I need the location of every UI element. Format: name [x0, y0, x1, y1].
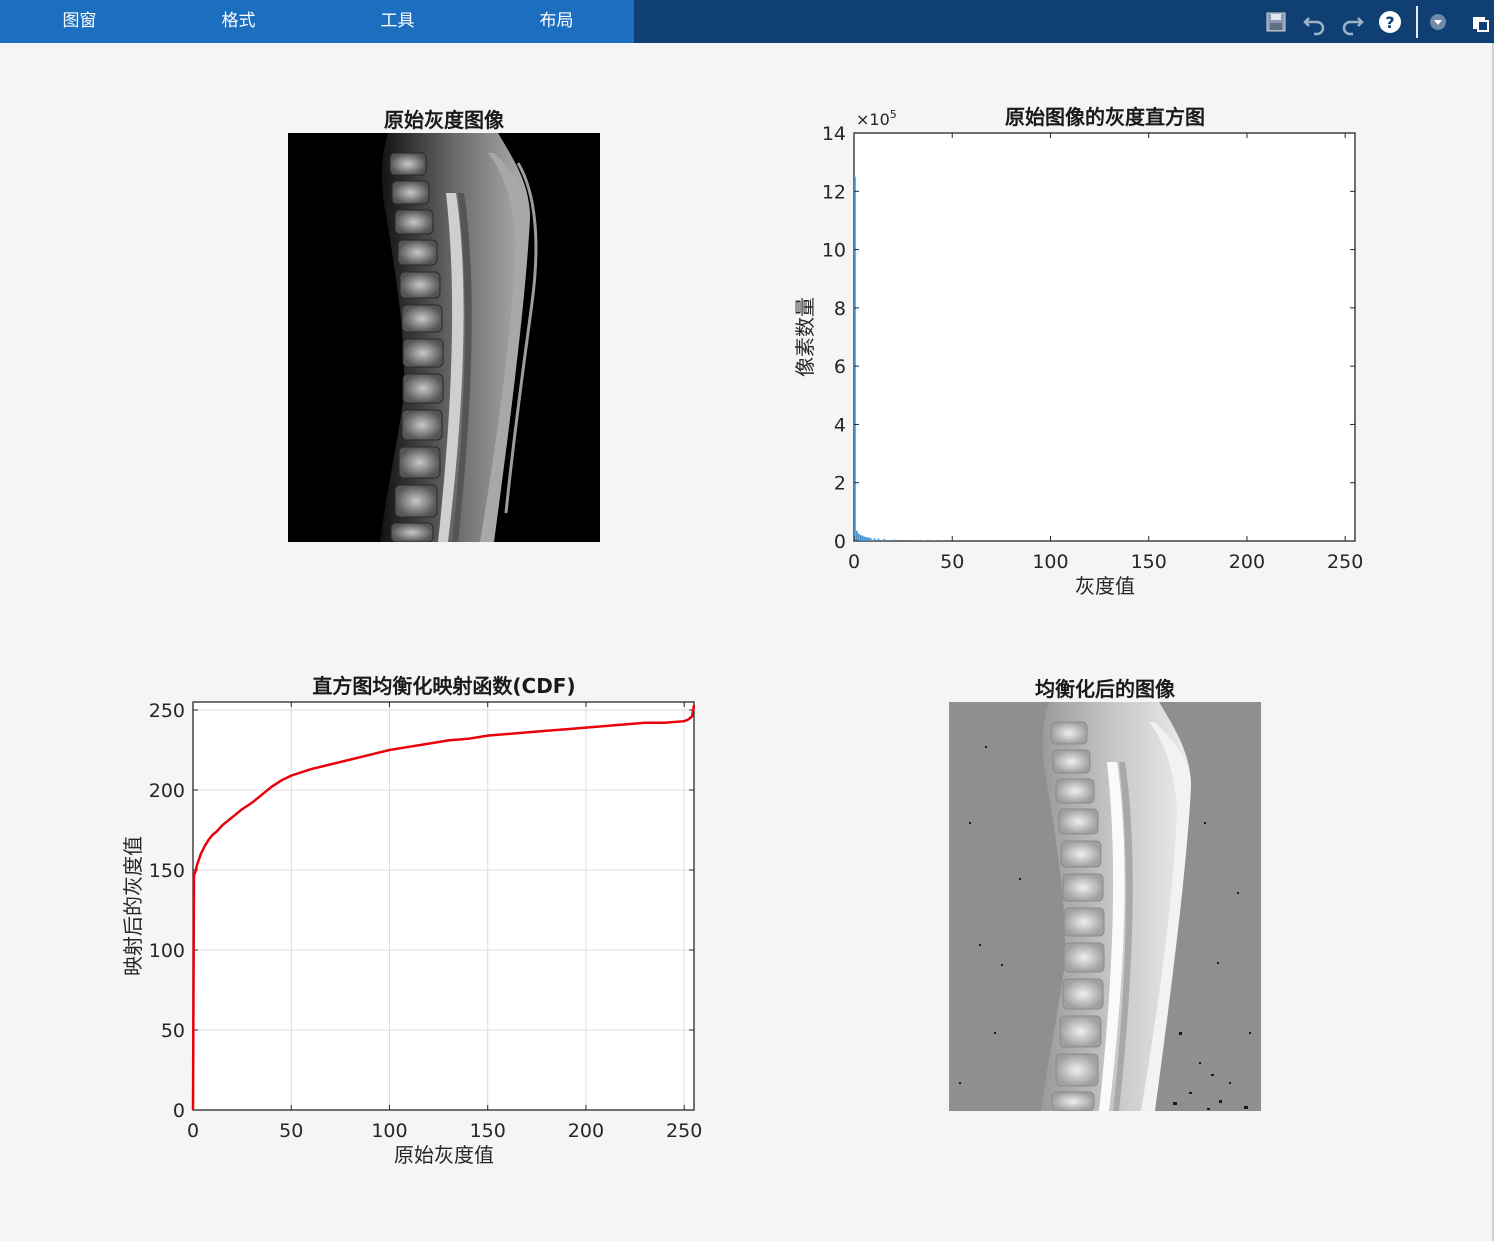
tab-format[interactable]: 格式	[159, 0, 318, 43]
histogram-bar	[869, 538, 872, 541]
cdf-title: 直方图均衡化映射函数(CDF)	[312, 674, 575, 698]
toolstrip-tab-strip: 图窗 格式 工具 布局	[0, 0, 634, 43]
cdf-ytick-label: 250	[149, 700, 185, 722]
histogram-bar	[903, 539, 905, 541]
histogram-xtick-label: 50	[940, 551, 964, 573]
cdf-ytick-label: 150	[149, 860, 185, 882]
histogram-bar	[893, 539, 896, 541]
tab-layout[interactable]: 布局	[477, 0, 636, 43]
histogram-title: 原始图像的灰度直方图	[1005, 105, 1205, 129]
histogram-bar	[922, 540, 925, 541]
cdf-xtick-label: 150	[470, 1120, 506, 1142]
cdf-ytick-label: 200	[149, 780, 185, 802]
original-image-title: 原始灰度图像	[384, 108, 504, 132]
histogram-axes-box	[853, 132, 1356, 542]
histogram-ytick-label: 6	[834, 356, 846, 378]
histogram-ytick-label: 8	[834, 298, 846, 320]
cdf-xtick-label: 50	[279, 1120, 303, 1142]
histogram-xtick-label: 250	[1327, 551, 1363, 573]
cdf-xtick-label: 200	[568, 1120, 604, 1142]
cdf-ytick-label: 0	[173, 1100, 185, 1122]
save-icon[interactable]	[1262, 8, 1290, 36]
histogram-ytick-label: 12	[822, 181, 846, 203]
tab-tools[interactable]: 工具	[318, 0, 477, 43]
redo-icon[interactable]	[1338, 8, 1366, 36]
histogram-xtick-label: 100	[1032, 551, 1068, 573]
histogram-bar	[877, 538, 880, 541]
histogram-xtick-label: 150	[1131, 551, 1167, 573]
histogram-bar	[861, 535, 864, 541]
histogram-bar	[883, 538, 886, 541]
equalized-mri-image	[949, 702, 1261, 1111]
figure-toolstrip: 图窗 格式 工具 布局 ?	[0, 0, 1494, 43]
cdf-xtick-label: 250	[666, 1120, 702, 1142]
histogram-bar	[857, 533, 860, 541]
cdf-ylabel: 映射后的灰度值	[121, 836, 145, 976]
histogram-ylabel: 像素数量	[793, 297, 817, 377]
histogram-bar	[873, 538, 876, 541]
histogram-bar	[865, 537, 868, 541]
histogram-ytick-label: 14	[822, 123, 846, 145]
histogram-ytick-label: 10	[822, 240, 846, 262]
histogram-xtick-label: 0	[848, 551, 860, 573]
histogram-bar	[854, 176, 856, 541]
original-mri-image	[288, 133, 600, 542]
help-icon[interactable]: ?	[1376, 8, 1404, 36]
histogram-xtick-label: 200	[1229, 551, 1265, 573]
cdf-xtick-label: 0	[187, 1120, 199, 1142]
toolstrip-separator	[1416, 6, 1418, 38]
histogram-bar	[863, 536, 866, 541]
cdf-ytick-label: 100	[149, 940, 185, 962]
tab-figure[interactable]: 图窗	[0, 0, 159, 43]
dropdown-icon[interactable]	[1424, 8, 1452, 36]
svg-text:?: ?	[1385, 13, 1394, 32]
histogram-ytick-label: 0	[834, 531, 846, 553]
equalized-image-title: 均衡化后的图像	[1035, 677, 1175, 701]
cdf-ytick-label: 50	[161, 1020, 185, 1042]
undock-icon[interactable]	[1466, 8, 1494, 36]
histogram-xlabel: 灰度值	[1075, 574, 1135, 598]
histogram-bar	[912, 540, 915, 541]
undo-icon[interactable]	[1301, 8, 1329, 36]
cdf-xtick-label: 100	[371, 1120, 407, 1142]
cdf-axes-box	[193, 702, 694, 1110]
histogram-bar	[859, 535, 862, 541]
cdf-chart: 直方图均衡化映射函数(CDF) 0 50 100 150 200 250 0 50 100 150…	[121, 674, 702, 1167]
histogram-ytick-label: 4	[834, 414, 846, 436]
cdf-xlabel: 原始灰度值	[394, 1143, 494, 1167]
histogram-bar	[855, 530, 858, 541]
histogram-chart: 原始图像的灰度直方图 0 50 100 150 200 250 0 2 4 6 8 10 12 14 ×1…	[793, 105, 1363, 598]
histogram-exponent-label: ×105	[856, 108, 897, 129]
histogram-bar	[867, 537, 870, 541]
histogram-ytick-label: 2	[834, 473, 846, 495]
